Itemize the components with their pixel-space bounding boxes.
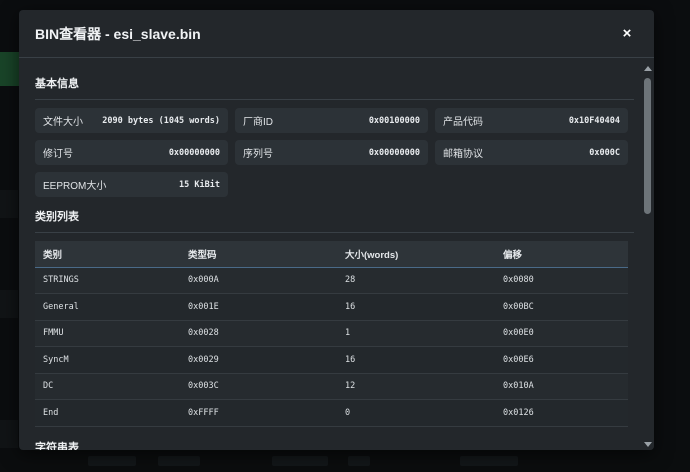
categories-table: 类别 类型码 大小(words) 偏移 STRINGS 0x000A 28 0x… — [35, 241, 628, 427]
column-header-offset: 偏移 — [495, 241, 628, 268]
info-card-mailbox-protocol: 邮箱协议 0x000C — [435, 140, 628, 165]
info-value: 0x00100000 — [368, 115, 420, 126]
modal-header: BIN查看器 - esi_slave.bin × — [19, 10, 654, 58]
cell-category: FMMU — [43, 328, 64, 339]
cell-type-code: 0x000A — [188, 275, 219, 286]
cell-type-code: 0xFFFF — [188, 407, 219, 418]
info-card-serial: 序列号 0x00000000 — [235, 140, 428, 165]
cell-category: DC — [43, 381, 54, 392]
cell-type-code: 0x0028 — [188, 328, 219, 339]
section-title-basic-info: 基本信息 — [35, 75, 634, 100]
info-value: 2090 bytes (1045 words) — [102, 115, 220, 126]
scroll-down-arrow-icon[interactable] — [644, 442, 652, 447]
scrollbar-thumb[interactable] — [644, 78, 651, 214]
info-card-vendor-id: 厂商ID 0x00100000 — [235, 108, 428, 133]
modal-title: BIN查看器 - esi_slave.bin — [35, 25, 201, 42]
column-header-category: 类别 — [35, 241, 180, 268]
scroll-up-arrow-icon[interactable] — [644, 66, 652, 71]
info-card-file-size: 文件大小 2090 bytes (1045 words) — [35, 108, 228, 133]
info-label: 产品代码 — [443, 117, 483, 128]
table-row: End 0xFFFF 0 0x0126 — [35, 399, 628, 426]
info-card-product-code: 产品代码 0x10F40404 — [435, 108, 628, 133]
info-label: 修订号 — [43, 149, 73, 160]
bin-viewer-modal: BIN查看器 - esi_slave.bin × 基本信息 文件大小 2090 … — [19, 10, 654, 450]
info-card-revision: 修订号 0x00000000 — [35, 140, 228, 165]
info-label: EEPROM大小 — [43, 181, 107, 192]
info-label: 序列号 — [243, 149, 273, 160]
table-row: SyncM 0x0029 16 0x00E6 — [35, 346, 628, 373]
basic-info-grid: 文件大小 2090 bytes (1045 words) 厂商ID 0x0010… — [35, 108, 634, 197]
section-title-strings: 字符串表 — [35, 439, 634, 451]
table-header-row: 类别 类型码 大小(words) 偏移 — [35, 241, 628, 268]
cell-offset: 0x00E0 — [503, 328, 534, 339]
cell-offset: 0x00BC — [503, 301, 534, 312]
cell-offset: 0x00E6 — [503, 354, 534, 365]
table-row: General 0x001E 16 0x00BC — [35, 293, 628, 320]
info-label: 文件大小 — [43, 117, 83, 128]
vertical-scrollbar[interactable] — [642, 59, 654, 450]
cell-category: SyncM — [43, 354, 69, 365]
cell-size: 16 — [345, 354, 356, 365]
cell-type-code: 0x0029 — [188, 354, 219, 365]
info-value: 0x000C — [589, 147, 620, 158]
column-header-size: 大小(words) — [337, 241, 495, 268]
cell-size: 28 — [345, 275, 356, 286]
info-label: 厂商ID — [243, 117, 273, 128]
section-title-categories: 类别列表 — [35, 208, 634, 233]
table-row: FMMU 0x0028 1 0x00E0 — [35, 320, 628, 347]
info-card-eeprom-size: EEPROM大小 15 KiBit — [35, 172, 228, 197]
cell-size: 0 — [345, 407, 351, 418]
cell-category: General — [43, 301, 79, 312]
modal-body: 基本信息 文件大小 2090 bytes (1045 words) 厂商ID 0… — [19, 59, 642, 450]
table-row: DC 0x003C 12 0x010A — [35, 373, 628, 400]
table-row: STRINGS 0x000A 28 0x0080 — [35, 267, 628, 294]
cell-type-code: 0x001E — [188, 301, 219, 312]
cell-offset: 0x010A — [503, 381, 534, 392]
cell-size: 12 — [345, 381, 356, 392]
info-value: 0x00000000 — [168, 147, 220, 158]
cell-size: 16 — [345, 301, 356, 312]
cell-offset: 0x0126 — [503, 407, 534, 418]
info-value: 0x10F40404 — [568, 115, 620, 126]
info-value: 0x00000000 — [368, 147, 420, 158]
cell-category: End — [43, 407, 59, 418]
info-label: 邮箱协议 — [443, 149, 483, 160]
column-header-type-code: 类型码 — [180, 241, 337, 268]
cell-type-code: 0x003C — [188, 381, 219, 392]
cell-category: STRINGS — [43, 275, 79, 286]
info-value: 15 KiBit — [179, 179, 220, 190]
close-icon[interactable]: × — [618, 25, 636, 43]
cell-size: 1 — [345, 328, 351, 339]
cell-offset: 0x0080 — [503, 275, 534, 286]
